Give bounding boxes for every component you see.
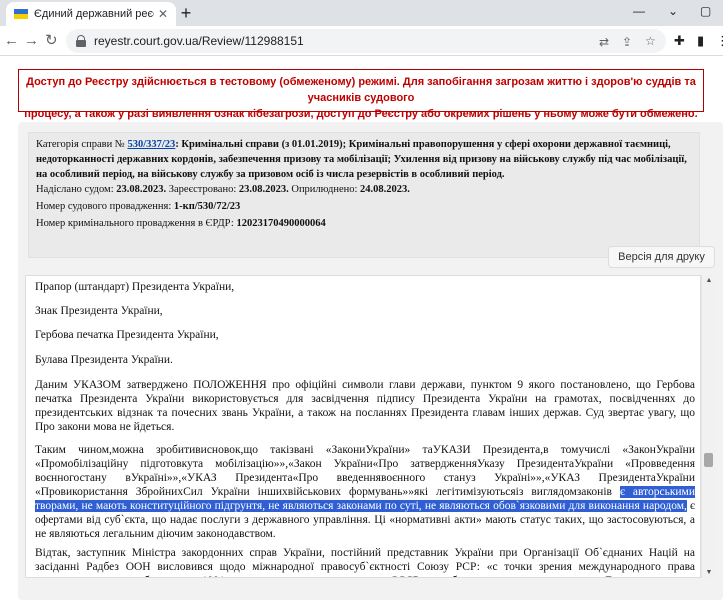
doc-paragraph: Гербова печатка Президента України,	[35, 329, 219, 341]
proceeding-label: Номер судового провадження:	[36, 201, 172, 212]
restore-icon[interactable]: ▢	[700, 4, 711, 18]
minimize-icon[interactable]: —	[633, 4, 645, 18]
case-category: Категорія справи № 530/337/23: Криміналь…	[36, 137, 692, 182]
doc-paragraph: Даним УКАЗОМ затверджено ПОЛОЖЕННЯ про о…	[35, 379, 695, 433]
extensions-icon[interactable]: ✚	[674, 32, 685, 50]
scrollbar-thumb[interactable]	[704, 453, 713, 467]
registered-label: Зареєстровано:	[168, 184, 237, 195]
url-text: reyestr.court.gov.ua/Review/112988151	[94, 34, 304, 48]
erdr-number: 12023170490000064	[236, 218, 326, 229]
doc-paragraph: Прапор (штандарт) Президента України,	[35, 281, 235, 293]
category-label: Категорія справи №	[36, 139, 125, 150]
lock-icon	[76, 35, 86, 47]
published-label: Оприлюднено:	[291, 184, 358, 195]
scroll-down-icon[interactable]: ▼	[704, 569, 714, 576]
side-panel-icon[interactable]: ▮	[697, 32, 704, 50]
erdr-number-row: Номер кримінального провадження в ЄРДР: …	[36, 216, 692, 231]
browser-tab-bar: Єдиний державний реєстр судо ✕ + — ⌄ ▢	[0, 0, 723, 26]
scroll-up-icon[interactable]: ▲	[704, 277, 714, 284]
print-version-button[interactable]: Версія для друку	[608, 246, 715, 268]
proceeding-number-row: Номер судового провадження: 1-кп/530/72/…	[36, 199, 692, 214]
ukraine-flag-icon	[14, 9, 28, 19]
doc-paragraph: Знак Президента України,	[35, 305, 163, 317]
warning-line-1: Доступ до Реєстру здійснюється в тестово…	[26, 76, 696, 104]
decision-document: Прапор (штандарт) Президента України, Зн…	[25, 275, 701, 578]
doc-paragraph: Булава Президента України.	[35, 354, 173, 366]
case-info-panel: Категорія справи № 530/337/23: Криміналь…	[28, 132, 700, 258]
doc-paragraph: Відтак, заступник Міністра закордонних с…	[35, 547, 695, 577]
address-bar[interactable]: reyestr.court.gov.ua/Review/112988151	[66, 29, 666, 53]
erdr-label: Номер кримінального провадження в ЄРДР:	[36, 218, 234, 229]
tab-title: Єдиний державний реєстр судо	[34, 8, 154, 20]
sent-label: Надіслано судом:	[36, 184, 114, 195]
forward-icon[interactable]: →	[24, 32, 39, 50]
new-tab-button[interactable]: +	[176, 3, 196, 23]
registered-date: 23.08.2023.	[238, 184, 289, 195]
doc-paragraph-selected: Таким чином,можна зробитивисновок,що так…	[35, 443, 695, 541]
bookmark-star-icon[interactable]: ☆	[645, 34, 656, 48]
warning-line-2: процесу, а також у разі виявлення ознак …	[24, 108, 698, 120]
document-scrollbar[interactable]: ▲ ▼	[701, 275, 715, 578]
reload-icon[interactable]: ↻	[45, 32, 58, 50]
published-date: 24.08.2023.	[360, 184, 410, 195]
case-dates: Надіслано судом: 23.08.2023. Зареєстрова…	[36, 182, 692, 197]
menu-icon[interactable]: ⋮	[716, 32, 723, 50]
close-tab-icon[interactable]: ✕	[158, 7, 168, 21]
browser-tab[interactable]: Єдиний державний реєстр судо ✕	[6, 2, 176, 26]
sent-date: 23.08.2023.	[116, 184, 167, 195]
share-icon[interactable]: ⇪	[622, 35, 632, 49]
back-icon[interactable]: ←	[4, 32, 19, 50]
doc-text: Таким чином,можна зробитивисновок,що так…	[35, 444, 695, 498]
browser-toolbar: ← → ↻ reyestr.court.gov.ua/Review/112988…	[0, 26, 723, 56]
proceeding-number: 1-кп/530/72/23	[173, 201, 241, 212]
translate-icon[interactable]: ⇄	[599, 35, 609, 49]
case-number-link[interactable]: 530/337/23	[127, 139, 175, 150]
chevron-down-icon[interactable]: ⌄	[668, 4, 678, 18]
access-warning-banner: Доступ до Реєстру здійснюється в тестово…	[18, 69, 704, 120]
